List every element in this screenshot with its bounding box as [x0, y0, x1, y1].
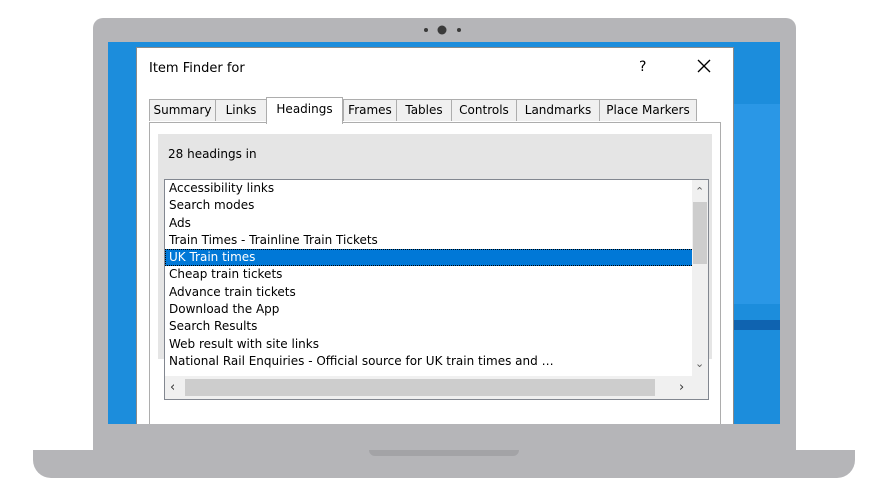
- close-icon: [697, 59, 711, 73]
- horizontal-scrollbar[interactable]: ‹ ›: [165, 376, 694, 399]
- close-button[interactable]: [694, 56, 714, 76]
- dialog-title: Item Finder for: [149, 61, 245, 76]
- tab-place-markers[interactable]: Place Markers: [599, 99, 697, 121]
- tab-landmarks[interactable]: Landmarks: [516, 99, 600, 121]
- list-item[interactable]: Download the App: [165, 301, 694, 318]
- scroll-left-icon[interactable]: ‹: [170, 381, 175, 394]
- tab-strip: Summary Links Headings Frames Tables Con…: [149, 97, 721, 124]
- list-item-selected[interactable]: UK Train times: [165, 249, 694, 267]
- desktop-screen: Item Finder for ? Summary Links Headings…: [108, 42, 780, 424]
- tab-frames[interactable]: Frames: [343, 99, 397, 121]
- scroll-up-icon[interactable]: ⌃: [695, 186, 704, 197]
- list-item[interactable]: Search modes: [165, 197, 694, 214]
- list-item[interactable]: Cheap train tickets: [165, 266, 694, 283]
- camera-lens-icon: [437, 25, 447, 35]
- scroll-right-icon[interactable]: ›: [679, 381, 684, 394]
- help-button[interactable]: ?: [639, 59, 646, 75]
- horizontal-scroll-thumb[interactable]: [185, 379, 655, 396]
- camera-sensor-dot: [424, 28, 428, 32]
- tab-summary[interactable]: Summary: [149, 99, 216, 121]
- camera-sensor-dot: [457, 28, 461, 32]
- scrollbar-corner: [692, 376, 708, 399]
- laptop-base-notch: [369, 450, 519, 456]
- tab-tables[interactable]: Tables: [396, 99, 452, 121]
- vertical-scrollbar[interactable]: ⌃ ⌄: [692, 180, 708, 376]
- list-item[interactable]: National Rail Enquiries - Official sourc…: [165, 353, 694, 370]
- list-item[interactable]: Ads: [165, 215, 694, 232]
- headings-count-text: 28 headings in: [168, 147, 257, 161]
- item-finder-dialog: Item Finder for ? Summary Links Headings…: [136, 47, 734, 424]
- headings-list-viewport: Accessibility links Search modes Ads Tra…: [165, 180, 694, 376]
- desktop-wallpaper-accent: [734, 104, 780, 304]
- laptop-base: [33, 450, 855, 478]
- list-item[interactable]: Web result with site links: [165, 336, 694, 353]
- tab-links[interactable]: Links: [215, 99, 267, 121]
- headings-summary-box: 28 headings in Accessibility links Searc…: [158, 134, 712, 400]
- headings-tab-panel: 28 headings in Accessibility links Searc…: [149, 122, 721, 424]
- scroll-down-icon[interactable]: ⌄: [695, 358, 704, 369]
- list-item[interactable]: Train Times - Trainline Train Tickets: [165, 232, 694, 249]
- tab-headings[interactable]: Headings: [266, 97, 343, 124]
- dialog-titlebar[interactable]: Item Finder for ?: [137, 48, 733, 88]
- camera: [93, 25, 796, 35]
- desktop-wallpaper-stripe: [734, 320, 780, 330]
- list-item[interactable]: Accessibility links: [165, 180, 694, 197]
- vertical-scroll-thumb[interactable]: [693, 202, 707, 264]
- headings-listbox[interactable]: Accessibility links Search modes Ads Tra…: [164, 179, 709, 400]
- list-item[interactable]: Advance train tickets: [165, 284, 694, 301]
- list-item[interactable]: Search Results: [165, 318, 694, 335]
- tab-controls[interactable]: Controls: [451, 99, 517, 121]
